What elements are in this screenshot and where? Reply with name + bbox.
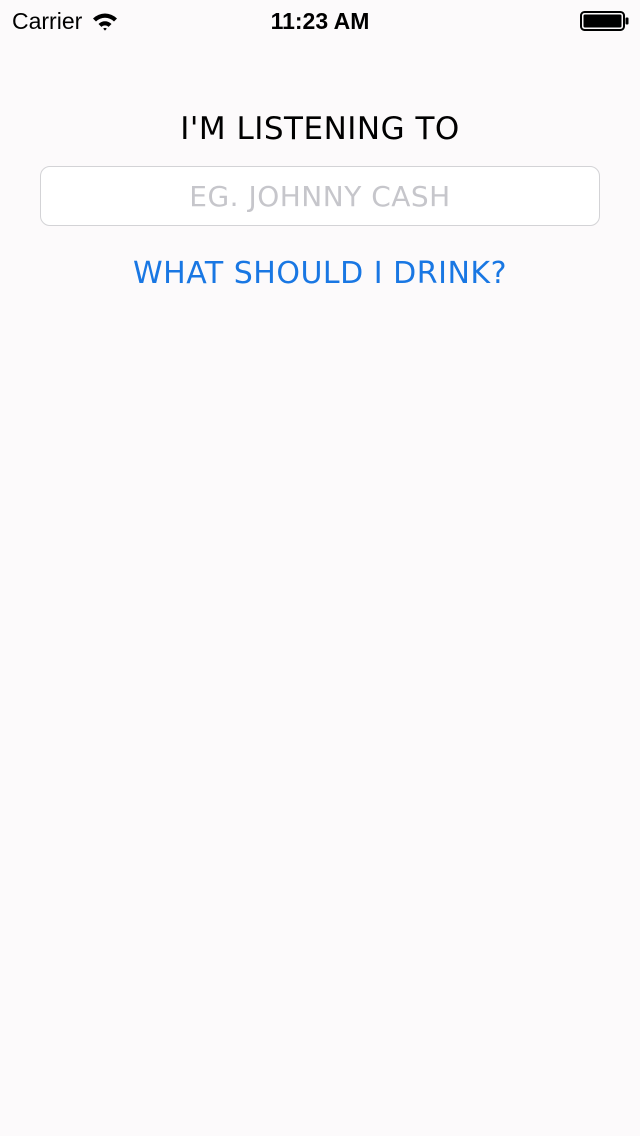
listening-heading: I'M LISTENING TO	[180, 111, 460, 147]
battery-icon	[580, 11, 629, 31]
status-time: 11:23 AM	[270, 8, 370, 34]
status-bar: Carrier 11:23 AM	[0, 0, 640, 40]
artist-search-input[interactable]	[40, 166, 600, 226]
what-should-i-drink-button[interactable]: WHAT SHOULD I DRINK?	[0, 252, 640, 296]
